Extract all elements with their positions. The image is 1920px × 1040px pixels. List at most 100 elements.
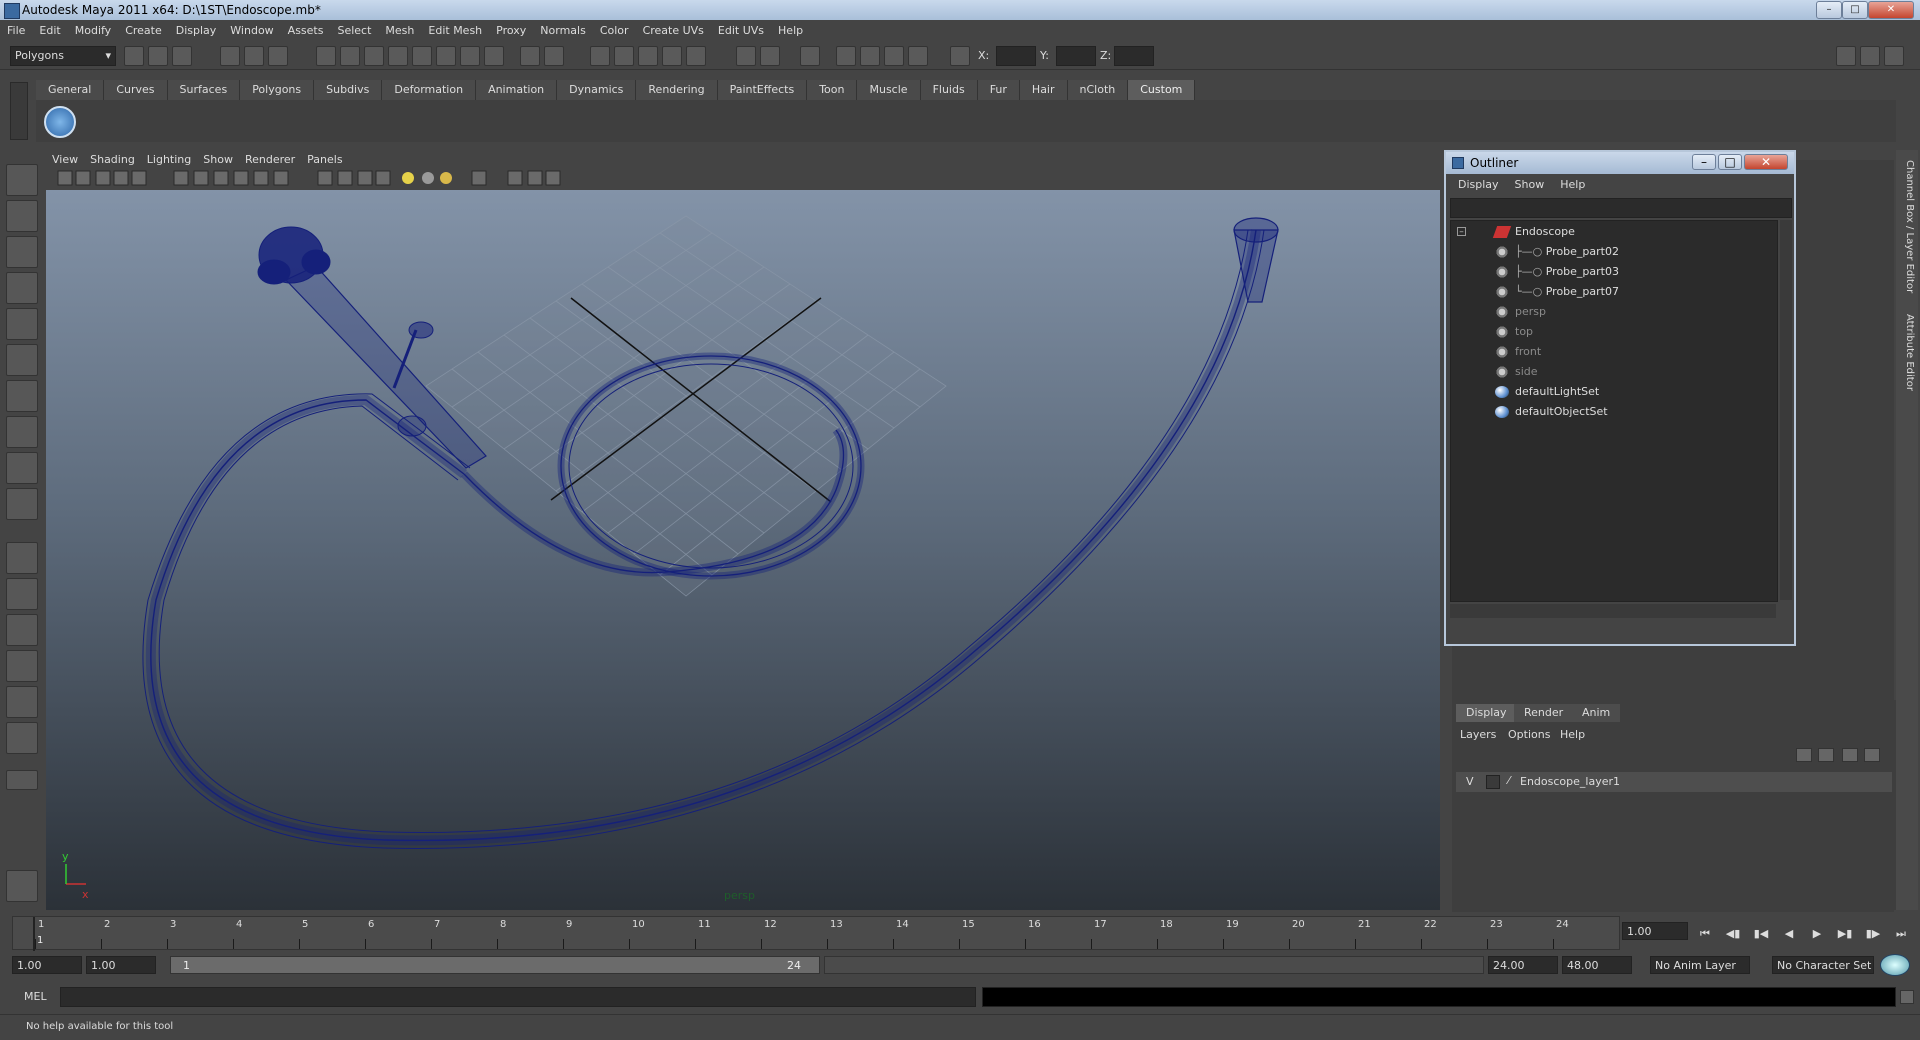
scene-end-field[interactable]: 48.00 (1562, 956, 1632, 974)
snap-to-view-plane-icon[interactable] (662, 46, 682, 66)
toggle-attribute-editor-icon[interactable] (1836, 46, 1856, 66)
shelf-tab-ncloth[interactable]: nCloth (1067, 80, 1129, 100)
select-misc-icon[interactable] (484, 46, 504, 66)
shelf-tab-animation[interactable]: Animation (476, 80, 558, 100)
layer-menu-options[interactable]: Options (1508, 728, 1550, 741)
outliner-item-endoscope[interactable]: Endoscope (1492, 223, 1575, 241)
menu-modify[interactable]: Modify (68, 24, 118, 37)
graph-persp-layout-icon[interactable] (6, 650, 38, 682)
scene-start-field[interactable]: 1.00 (12, 956, 82, 974)
layer-type-toggle[interactable] (1486, 775, 1500, 789)
menu-mesh[interactable]: Mesh (378, 24, 421, 37)
command-language-label[interactable]: MEL (24, 990, 47, 1003)
outliner-item-defaultlightset[interactable]: defaultLightSet (1495, 383, 1599, 401)
input-field-mode-icon[interactable] (950, 46, 970, 66)
outliner-vertical-scrollbar[interactable] (1780, 220, 1792, 600)
shelf-tab-fur[interactable]: Fur (977, 80, 1020, 100)
layer-move-down-icon[interactable] (1864, 748, 1880, 762)
select-by-dynamic-icon[interactable] (436, 46, 456, 66)
scale-tool-icon[interactable] (6, 344, 38, 376)
outliner-close-icon[interactable]: ✕ (1744, 154, 1788, 170)
select-component-icon[interactable] (268, 46, 288, 66)
render-view-icon[interactable] (836, 46, 856, 66)
outliner-filter-field[interactable] (1450, 198, 1792, 218)
menu-display[interactable]: Display (169, 24, 224, 37)
new-layer-icon[interactable] (1796, 748, 1812, 762)
save-scene-icon[interactable] (172, 46, 192, 66)
viewport-menu-view[interactable]: View (46, 153, 84, 166)
snap-to-curve-icon[interactable] (614, 46, 634, 66)
perspective-viewport[interactable]: x y persp (46, 190, 1440, 910)
playback-end-field[interactable]: 24.00 (1488, 956, 1558, 974)
select-by-curve-icon[interactable] (364, 46, 384, 66)
layer-move-up-icon[interactable] (1842, 748, 1858, 762)
lasso-tool-icon[interactable] (6, 200, 38, 232)
select-by-render-icon[interactable] (460, 46, 480, 66)
shelf-tab-fluids[interactable]: Fluids (920, 80, 978, 100)
step-forward-frame-icon[interactable]: ▮▶ (1864, 927, 1882, 941)
shelf-tab-curves[interactable]: Curves (104, 80, 168, 100)
toggle-channel-box-icon[interactable] (1884, 46, 1904, 66)
select-hierarchy-icon[interactable] (220, 46, 240, 66)
menu-create[interactable]: Create (118, 24, 169, 37)
outliner-item-persp[interactable]: persp (1495, 303, 1546, 321)
maximize-icon[interactable]: □ (1842, 1, 1868, 19)
universal-manipulator-icon[interactable] (6, 380, 38, 412)
paint-select-tool-icon[interactable] (6, 236, 38, 268)
shelf-tab-polygons[interactable]: Polygons (240, 80, 315, 100)
character-set-selector[interactable]: No Character Set (1772, 956, 1874, 974)
play-forwards-icon[interactable]: ▶ (1808, 927, 1826, 941)
shelf-tab-painteffects[interactable]: PaintEffects (717, 80, 808, 100)
select-by-handle-icon[interactable] (316, 46, 336, 66)
outliner-item-probe-part07[interactable]: └—○ Probe_part07 (1495, 283, 1619, 301)
outliner-horizontal-scrollbar[interactable] (1450, 604, 1776, 618)
select-by-joint-icon[interactable] (340, 46, 360, 66)
lock-selection-icon[interactable] (520, 46, 540, 66)
outliner-menu-show[interactable]: Show (1507, 178, 1553, 191)
make-live-icon[interactable] (686, 46, 706, 66)
layer-menu-help[interactable]: Help (1560, 728, 1585, 741)
menu-edit[interactable]: Edit (32, 24, 67, 37)
current-frame-field[interactable]: 1.00 (1622, 922, 1688, 940)
z-field[interactable] (1114, 46, 1154, 66)
step-forward-key-icon[interactable]: ▶▮ (1836, 927, 1854, 941)
play-backwards-icon[interactable]: ◀ (1780, 927, 1798, 941)
menu-normals[interactable]: Normals (533, 24, 593, 37)
construction-history-icon[interactable] (800, 46, 820, 66)
y-field[interactable] (1056, 46, 1096, 66)
outliner-persp-layout-icon[interactable] (6, 614, 38, 646)
close-icon[interactable]: ✕ (1868, 1, 1914, 19)
custom-layout-icon[interactable] (6, 722, 38, 754)
go-to-start-icon[interactable]: ⏮ (1696, 927, 1714, 941)
minimize-icon[interactable]: – (1816, 1, 1842, 19)
outliner-title-bar[interactable]: Outliner – □ ✕ (1446, 152, 1794, 174)
rotate-tool-icon[interactable] (6, 308, 38, 340)
move-tool-icon[interactable] (6, 272, 38, 304)
last-used-tool-icon[interactable] (6, 488, 38, 520)
layer-visibility-toggle[interactable]: V (1466, 775, 1474, 788)
viewport-menu-renderer[interactable]: Renderer (239, 153, 301, 166)
x-field[interactable] (996, 46, 1036, 66)
attribute-editor-tab[interactable]: Attribute Editor (1899, 314, 1915, 391)
menu-edit-mesh[interactable]: Edit Mesh (421, 24, 489, 37)
menu-assets[interactable]: Assets (281, 24, 331, 37)
menu-file[interactable]: File (0, 24, 32, 37)
render-settings-icon[interactable] (908, 46, 928, 66)
viewport-menu-lighting[interactable]: Lighting (141, 153, 197, 166)
layer-menu-layers[interactable]: Layers (1460, 728, 1496, 741)
channel-box-tab[interactable]: Channel Box / Layer Editor (1899, 160, 1915, 293)
outliner-item-probe-part03[interactable]: ├—○ Probe_part03 (1495, 263, 1619, 281)
snap-to-point-icon[interactable] (638, 46, 658, 66)
menu-edit-uvs[interactable]: Edit UVs (711, 24, 771, 37)
range-slider[interactable]: 1 24 (170, 956, 820, 974)
script-editor-icon[interactable] (1900, 990, 1914, 1004)
shelf-tab-subdivs[interactable]: Subdivs (314, 80, 383, 100)
outliner-menu-display[interactable]: Display (1450, 178, 1507, 191)
outliner-item-top[interactable]: top (1495, 323, 1533, 341)
layer-tab-render[interactable]: Render (1514, 704, 1574, 722)
playback-start-field[interactable]: 1.00 (86, 956, 156, 974)
custom-check-icon[interactable] (44, 106, 76, 138)
shelf-tab-general[interactable]: General (36, 80, 105, 100)
attribute-paint-tool-icon[interactable] (6, 870, 38, 902)
menu-help[interactable]: Help (771, 24, 810, 37)
